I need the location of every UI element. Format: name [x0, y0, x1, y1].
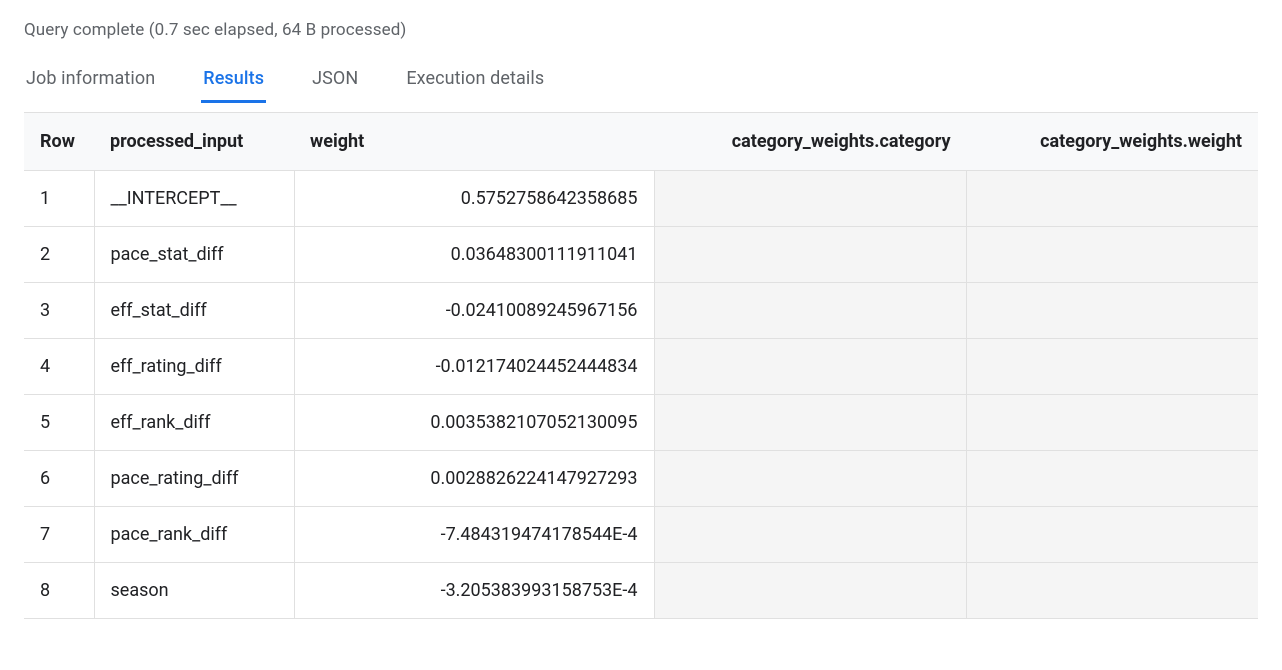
table-row: 4eff_rating_diff-0.012174024452444834	[24, 339, 1258, 395]
cell-row-number: 4	[24, 339, 94, 395]
tab-json[interactable]: JSON	[310, 62, 360, 103]
cell-category-weights-weight	[967, 451, 1258, 507]
tab-results[interactable]: Results	[201, 62, 266, 103]
cell-category-weights-weight	[967, 563, 1258, 619]
cell-row-number: 5	[24, 395, 94, 451]
cell-category-weights-category	[654, 339, 967, 395]
cell-category-weights-weight	[967, 227, 1258, 283]
table-row: 2pace_stat_diff0.03648300111911041	[24, 227, 1258, 283]
results-table: Row processed_input weight category_weig…	[24, 112, 1258, 619]
table-row: 5eff_rank_diff0.0035382107052130095	[24, 395, 1258, 451]
cell-processed-input: eff_rating_diff	[94, 339, 294, 395]
cell-processed-input: __INTERCEPT__	[94, 171, 294, 227]
cell-processed-input: pace_stat_diff	[94, 227, 294, 283]
cell-processed-input: pace_rank_diff	[94, 507, 294, 563]
cell-category-weights-category	[654, 283, 967, 339]
table-row: 1__INTERCEPT__0.5752758642358685	[24, 171, 1258, 227]
col-header-category-weights-weight: category_weights.weight	[967, 113, 1258, 171]
cell-row-number: 1	[24, 171, 94, 227]
query-status: Query complete (0.7 sec elapsed, 64 B pr…	[24, 20, 1258, 40]
cell-category-weights-weight	[967, 395, 1258, 451]
cell-category-weights-weight	[967, 507, 1258, 563]
cell-weight: -7.484319474178544E-4	[294, 507, 654, 563]
col-header-row: Row	[24, 113, 94, 171]
cell-weight: 0.5752758642358685	[294, 171, 654, 227]
cell-weight: -0.012174024452444834	[294, 339, 654, 395]
tab-job-information[interactable]: Job information	[24, 62, 157, 103]
col-header-weight: weight	[294, 113, 654, 171]
cell-category-weights-category	[654, 563, 967, 619]
cell-processed-input: season	[94, 563, 294, 619]
table-row: 8season-3.205383993158753E-4	[24, 563, 1258, 619]
cell-category-weights-weight	[967, 339, 1258, 395]
cell-row-number: 7	[24, 507, 94, 563]
cell-row-number: 3	[24, 283, 94, 339]
cell-category-weights-category	[654, 507, 967, 563]
table-header-row: Row processed_input weight category_weig…	[24, 113, 1258, 171]
col-header-category-weights-category: category_weights.category	[654, 113, 967, 171]
col-header-processed-input: processed_input	[94, 113, 294, 171]
cell-weight: 0.0028826224147927293	[294, 451, 654, 507]
cell-weight: 0.03648300111911041	[294, 227, 654, 283]
cell-category-weights-category	[654, 227, 967, 283]
table-row: 3eff_stat_diff-0.02410089245967156	[24, 283, 1258, 339]
cell-row-number: 8	[24, 563, 94, 619]
table-row: 6pace_rating_diff0.0028826224147927293	[24, 451, 1258, 507]
cell-weight: 0.0035382107052130095	[294, 395, 654, 451]
cell-processed-input: eff_rank_diff	[94, 395, 294, 451]
cell-category-weights-category	[654, 395, 967, 451]
cell-row-number: 2	[24, 227, 94, 283]
cell-row-number: 6	[24, 451, 94, 507]
cell-category-weights-weight	[967, 283, 1258, 339]
cell-weight: -0.02410089245967156	[294, 283, 654, 339]
tab-execution-details[interactable]: Execution details	[404, 62, 546, 103]
cell-processed-input: eff_stat_diff	[94, 283, 294, 339]
results-tabs: Job information Results JSON Execution deta…	[24, 62, 1258, 104]
cell-processed-input: pace_rating_diff	[94, 451, 294, 507]
cell-category-weights-category	[654, 451, 967, 507]
table-row: 7pace_rank_diff-7.484319474178544E-4	[24, 507, 1258, 563]
cell-weight: -3.205383993158753E-4	[294, 563, 654, 619]
cell-category-weights-category	[654, 171, 967, 227]
cell-category-weights-weight	[967, 171, 1258, 227]
